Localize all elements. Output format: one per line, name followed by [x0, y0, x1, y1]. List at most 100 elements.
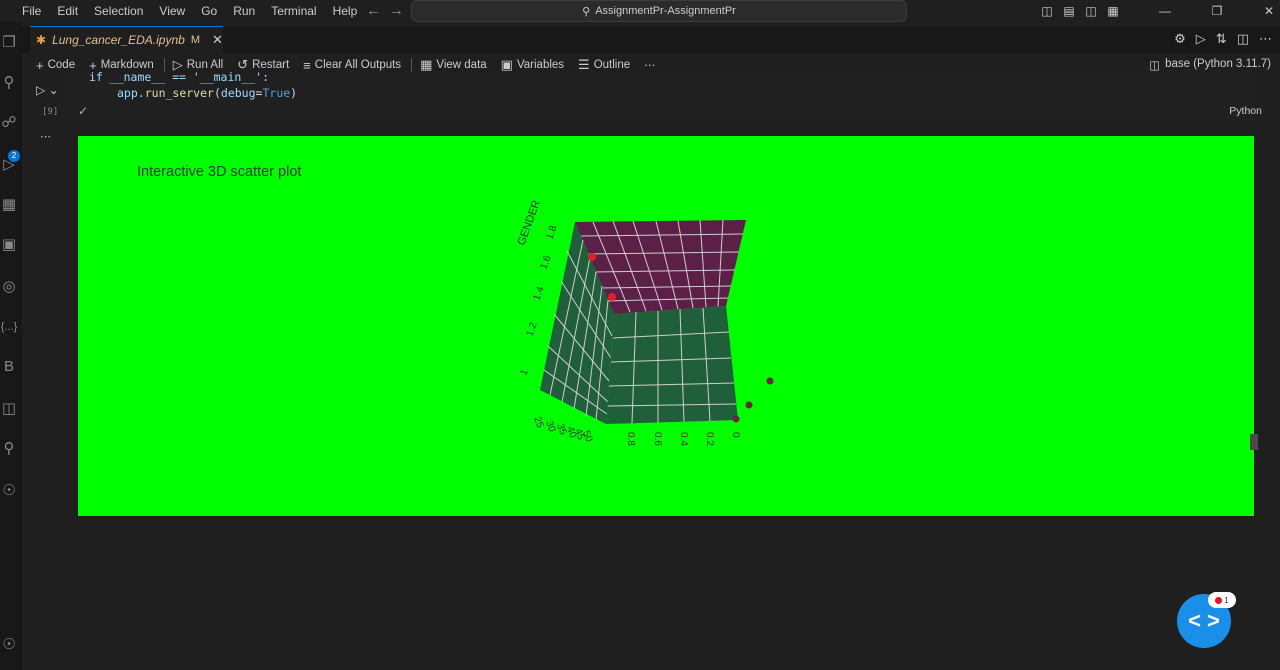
forward-arrow-icon[interactable]: → — [389, 2, 404, 19]
customize-layout-icon[interactable]: ▦ — [1102, 4, 1124, 18]
y-tick: 0.4 — [678, 432, 689, 446]
point-red-2[interactable] — [608, 293, 616, 301]
code-line-2: app.run_server(debug=True) — [117, 86, 298, 100]
notification-count: 1 — [1224, 595, 1229, 605]
success-check-icon: ✓ — [78, 104, 89, 118]
code-run-server: run_server — [144, 86, 214, 100]
view-data-label: View data — [436, 59, 487, 71]
settings-gear-icon[interactable]: ⚙ — [1174, 31, 1186, 47]
plus-icon: + — [36, 57, 44, 73]
z-tick: 1.2 — [524, 321, 539, 338]
variables-label: Variables — [516, 59, 565, 71]
toggle-panel-icon[interactable]: ▤ — [1058, 4, 1080, 18]
menu-edit[interactable]: Edit — [57, 4, 86, 18]
clear-outputs-label: Clear All Outputs — [314, 59, 402, 71]
point-dark-2[interactable] — [745, 401, 753, 409]
variables-button[interactable]: ▣ Variables — [501, 57, 564, 73]
toggle-primary-sidebar-icon[interactable]: ◫ — [1036, 4, 1058, 18]
menu-help[interactable]: Help — [333, 4, 366, 18]
window-controls: ◫ ▤ ◫ ▦ — ❐ ✕ — [1036, 0, 1280, 22]
table-icon: ▦ — [420, 57, 433, 72]
kernel-picker[interactable]: ◫ base (Python 3.11.7) — [1149, 58, 1271, 72]
compare-icon[interactable]: ⇅ — [1216, 31, 1227, 47]
view-data-button[interactable]: ▦ View data — [420, 57, 487, 73]
back-arrow-icon[interactable]: ← — [366, 2, 381, 19]
z-axis-title: GENDER — [516, 199, 543, 247]
more-toolbar-label: ⋯ — [644, 60, 656, 72]
menu-terminal[interactable]: Terminal — [271, 4, 324, 18]
testing-icon[interactable]: ◎ — [0, 278, 18, 296]
editor-tab-bar: ✱ Lung_cancer_EDA.ipynb M ✕ ⚙ ▷ ⇅ ◫ ⋯ — [22, 26, 1280, 53]
close-window-icon[interactable]: ✕ — [1258, 4, 1280, 18]
notification-badge: 1 — [1208, 592, 1236, 608]
json-icon[interactable]: {...} — [0, 318, 18, 336]
flask-icon[interactable]: ⚲ — [0, 440, 18, 458]
code-cell-editor[interactable]: if __name__ == '__main__': app.run_serve… — [67, 70, 1257, 120]
b-icon[interactable]: B — [0, 358, 18, 376]
menu-bar: File Edit Selection View Go Run Terminal… — [22, 4, 373, 18]
z-tick: 1 — [518, 368, 530, 377]
chat-icon[interactable]: ◫ — [0, 400, 18, 418]
toolbar-divider — [411, 58, 413, 72]
run-cell-icon[interactable]: ▷ ⌄ — [36, 83, 59, 97]
source-control-icon[interactable]: ☍ — [0, 114, 18, 132]
menu-file[interactable]: File — [22, 4, 49, 18]
point-dark-1[interactable] — [766, 377, 774, 385]
add-code-button[interactable]: + Code — [36, 58, 75, 73]
z-tick: 1.4 — [531, 285, 546, 302]
y-tick: 0 — [730, 432, 741, 438]
title-bar: File Edit Selection View Go Run Terminal… — [0, 0, 1280, 22]
vertical-scrollbar-thumb[interactable] — [1250, 434, 1258, 450]
list-icon: ☰ — [578, 57, 590, 72]
command-center-search[interactable]: ⚲ AssignmentPr-AssignmentPr — [411, 0, 907, 22]
minimize-icon[interactable]: — — [1154, 4, 1176, 18]
record-dot-icon — [1215, 596, 1223, 604]
run-debug-icon[interactable]: ▷ — [0, 156, 18, 174]
extensions-icon[interactable]: ▦ — [0, 196, 18, 214]
git-graph-icon[interactable]: ☉ — [0, 482, 18, 500]
y-axis-ticks: 0.8 0.6 0.4 0.2 0 — [625, 432, 741, 446]
code-arg: debug — [220, 86, 256, 100]
menu-selection[interactable]: Selection — [94, 4, 151, 18]
add-code-label: Code — [47, 59, 76, 71]
point-dark-3[interactable] — [732, 415, 740, 423]
kernel-label: base (Python 3.11.7) — [1165, 58, 1271, 70]
cell-output: Interactive 3D scatter plot GENDER 1.8 1… — [78, 136, 1254, 516]
x-tick: 50 — [580, 429, 594, 444]
cell-language[interactable]: Python — [1229, 105, 1262, 117]
tab-notebook[interactable]: ✱ Lung_cancer_EDA.ipynb M ✕ — [30, 26, 223, 53]
search-icon[interactable]: ⚲ — [0, 74, 18, 92]
remote-explorer-icon[interactable]: ▣ — [0, 236, 18, 254]
code-true: True — [262, 86, 291, 100]
outline-label: Outline — [593, 59, 631, 71]
menu-view[interactable]: View — [159, 4, 193, 18]
point-red-1[interactable] — [588, 253, 596, 261]
kernel-icon: ◫ — [1149, 60, 1161, 72]
z-tick: 1.8 — [544, 224, 559, 241]
y-tick: 0.2 — [704, 432, 715, 446]
clear-outputs-button[interactable]: ≡ Clear All Outputs — [303, 58, 401, 73]
more-toolbar-button[interactable]: ⋯ — [644, 58, 656, 72]
search-text: AssignmentPr-AssignmentPr — [595, 5, 736, 17]
accounts-icon[interactable]: ☉ — [0, 636, 18, 654]
x-axis-ticks: 25 30 35 40 45 50 — [531, 415, 594, 444]
notebook-cell-area: ▷ ⌄ [9] if __name__ == '__main__': app.r… — [22, 70, 1280, 670]
split-editor-icon[interactable]: ◫ — [1237, 31, 1249, 47]
explorer-icon[interactable]: ❐ — [0, 34, 18, 52]
output-more-actions[interactable]: ⋯ — [40, 130, 51, 143]
editor-actions: ⚙ ▷ ⇅ ◫ ⋯ — [1174, 31, 1272, 47]
code-app: app — [117, 86, 138, 100]
nav-arrows: ← → — [366, 2, 404, 19]
tab-label: Lung_cancer_EDA.ipynb — [52, 33, 185, 47]
more-actions-icon[interactable]: ⋯ — [1259, 31, 1272, 47]
menu-go[interactable]: Go — [201, 4, 225, 18]
clear-all-icon: ≡ — [303, 57, 311, 73]
run-icon[interactable]: ▷ — [1196, 31, 1206, 47]
modified-indicator: M — [190, 34, 200, 46]
toggle-secondary-sidebar-icon[interactable]: ◫ — [1080, 4, 1102, 18]
menu-run[interactable]: Run — [233, 4, 263, 18]
restore-icon[interactable]: ❐ — [1206, 4, 1228, 18]
outline-button[interactable]: ☰ Outline — [578, 57, 630, 73]
scatter-3d-plot[interactable]: GENDER 1.8 1.6 1.4 1.2 1 25 30 35 40 45 … — [78, 136, 1254, 516]
close-tab-icon[interactable]: ✕ — [212, 32, 223, 48]
